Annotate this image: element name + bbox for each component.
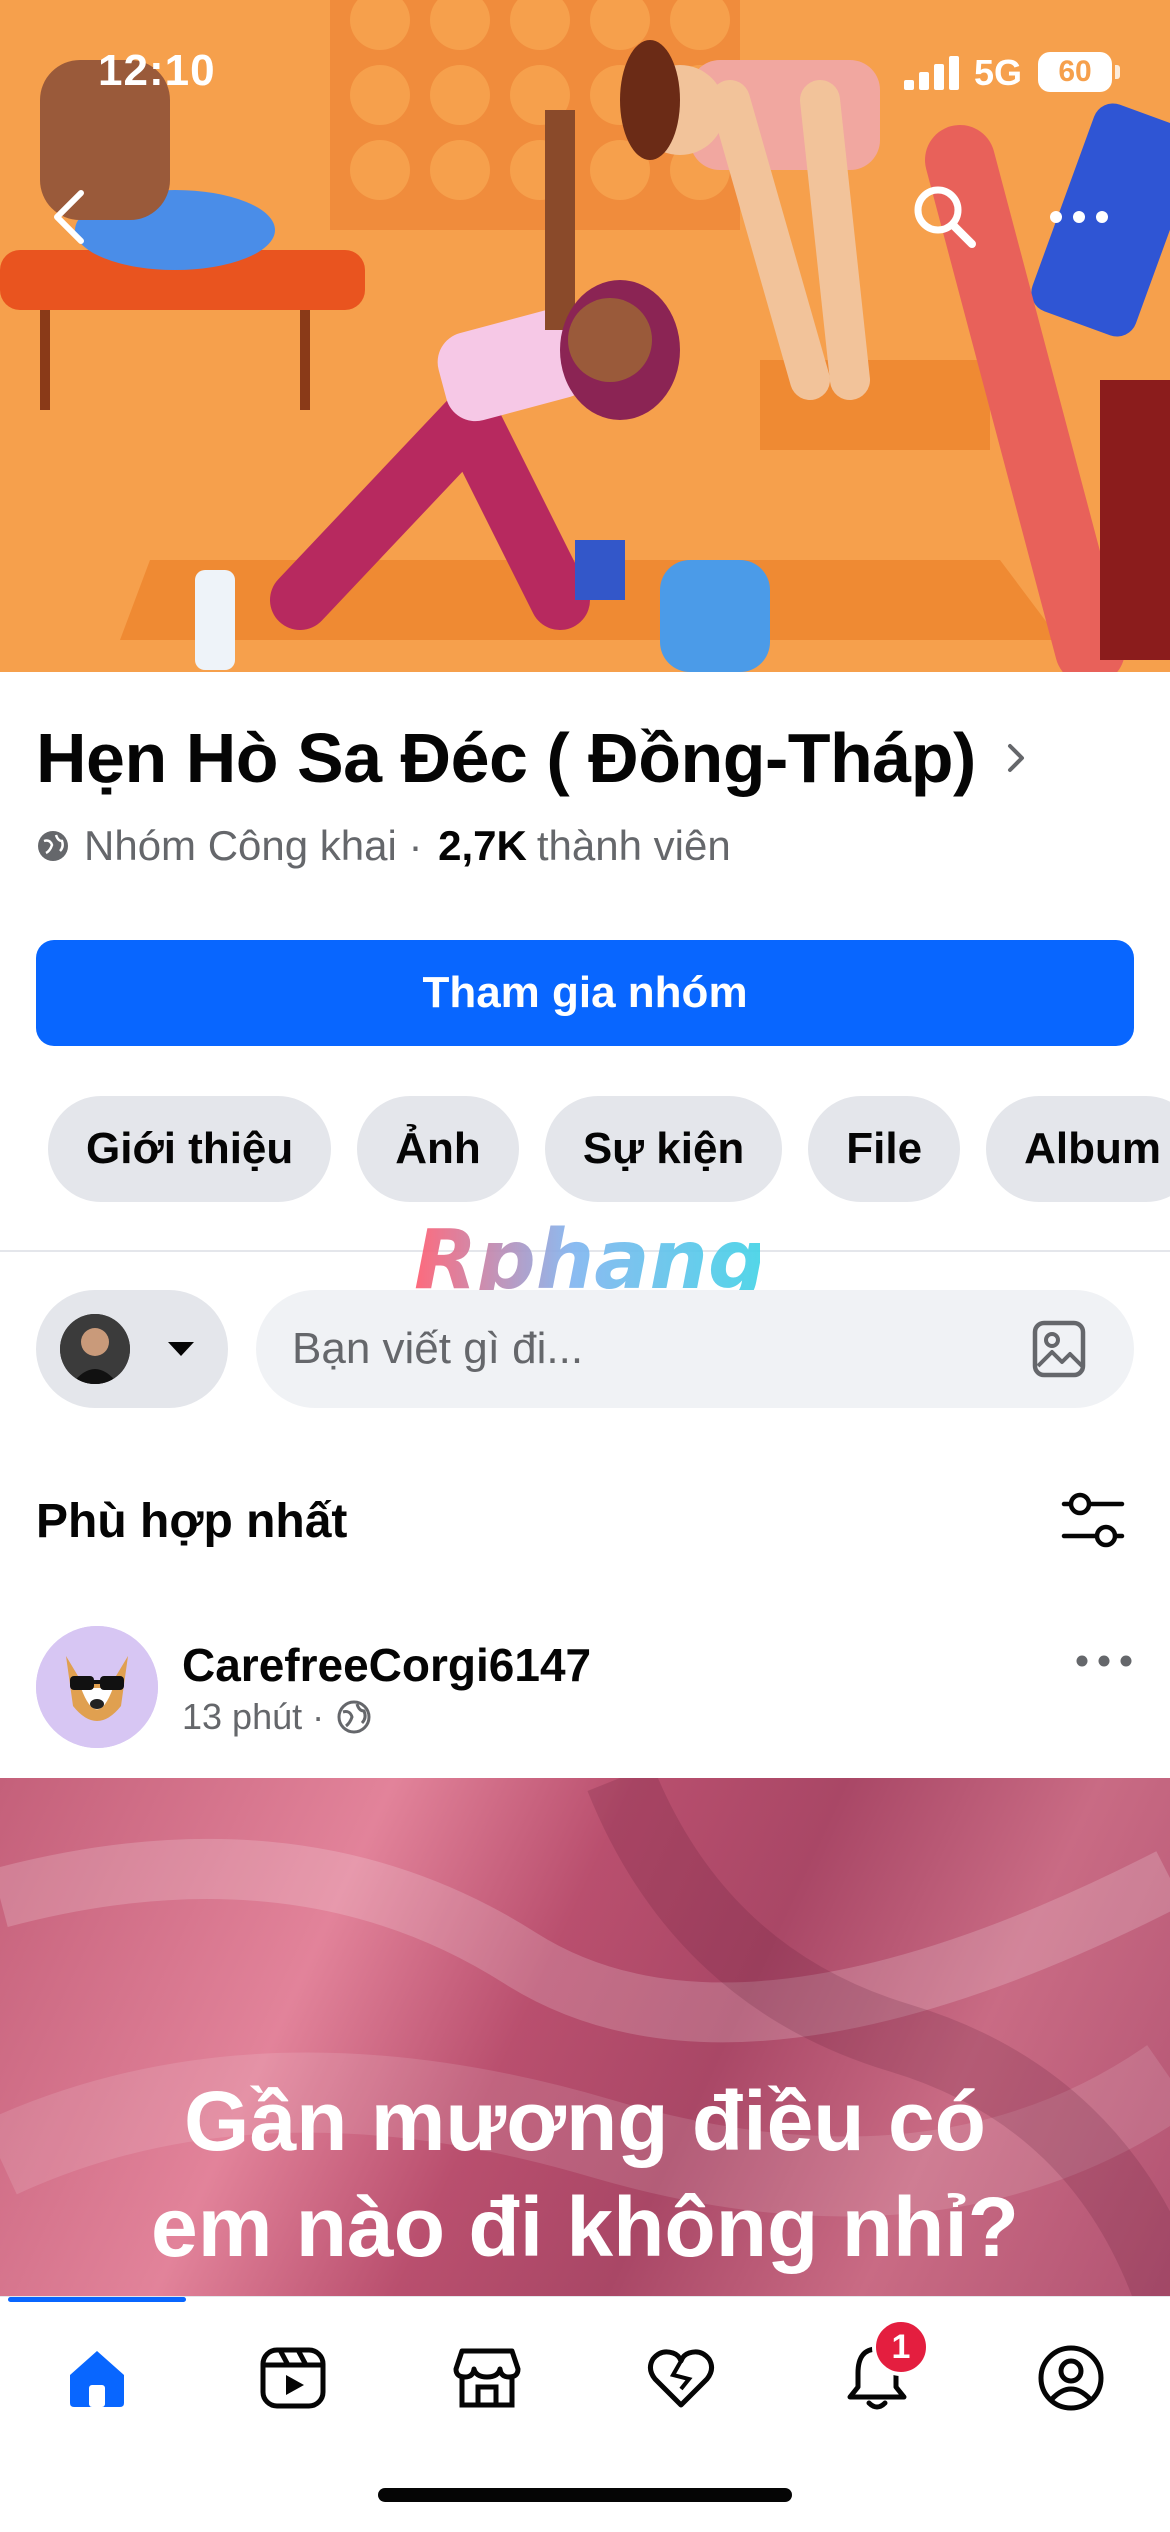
home-indicator xyxy=(378,2488,792,2502)
caret-down-icon xyxy=(168,1342,194,1356)
group-cover-photo[interactable]: 12:10 5G 60 xyxy=(0,0,1170,672)
video-icon xyxy=(260,2347,326,2409)
profile-icon xyxy=(1038,2345,1104,2411)
signal-icon xyxy=(904,56,959,90)
tab-about[interactable]: Giới thiệu xyxy=(48,1096,332,1202)
user-avatar xyxy=(60,1314,130,1384)
post-more-icon[interactable] xyxy=(1074,1646,1134,1676)
composer-placeholder: Bạn viết gì đi... xyxy=(292,1324,584,1373)
post-text-line-2: em nào đi không nhỉ? xyxy=(151,2180,1019,2274)
chevron-right-icon xyxy=(1007,744,1024,772)
tab-albums[interactable]: Album xyxy=(986,1096,1170,1202)
group-name[interactable]: Hẹn Hò Sa Đéc ( Đồng-Tháp) xyxy=(36,718,1030,798)
dating-icon xyxy=(647,2349,715,2408)
join-group-button[interactable]: Tham gia nhóm xyxy=(36,940,1134,1046)
tab-marketplace[interactable] xyxy=(442,2333,532,2423)
member-count: 2,7K xyxy=(438,822,527,869)
more-options-button[interactable] xyxy=(1034,172,1124,262)
tab-photos[interactable]: Ảnh xyxy=(357,1096,519,1202)
tab-events[interactable]: Sự kiện xyxy=(544,1096,783,1202)
home-icon xyxy=(70,2351,124,2407)
marketplace-icon xyxy=(453,2348,521,2408)
group-tabs: Giới thiệu Ảnh Sự kiện File Album xyxy=(48,1096,1170,1204)
status-time: 12:10 xyxy=(98,46,216,95)
post-meta-separator: · xyxy=(302,1696,325,1737)
post-author-name[interactable]: CarefreeCorgi6147 xyxy=(182,1638,591,1692)
chevron-left-icon xyxy=(54,190,84,244)
notifications-badge: 1 xyxy=(872,2318,930,2376)
tab-home[interactable] xyxy=(52,2333,142,2423)
group-privacy: Nhóm Công khai xyxy=(84,822,397,869)
post-time: 13 phút xyxy=(182,1696,303,1737)
more-horizontal-icon xyxy=(1050,211,1108,223)
search-button[interactable] xyxy=(900,172,990,262)
tab-dating[interactable] xyxy=(636,2333,726,2423)
composer-input[interactable]: Bạn viết gì đi... xyxy=(256,1290,1134,1408)
post-text-line-1: Gần mương điều có xyxy=(184,2074,986,2168)
group-name-text: Hẹn Hò Sa Đéc ( Đồng-Tháp) xyxy=(36,719,976,797)
group-meta: Nhóm Công khai · 2,7K thành viên xyxy=(36,822,731,870)
post-composer: Bạn viết gì đi... xyxy=(36,1290,1134,1408)
post-author-avatar[interactable] xyxy=(36,1626,158,1748)
tab-profile[interactable] xyxy=(1026,2333,1116,2423)
active-tab-indicator xyxy=(8,2297,186,2302)
post-as-selector[interactable] xyxy=(36,1290,228,1408)
post-header: CarefreeCorgi6147 13 phút · xyxy=(36,1626,1134,1750)
feed-sort-label: Phù hợp nhất xyxy=(36,1495,348,1548)
globe-icon xyxy=(337,1700,371,1734)
member-label: thành viên xyxy=(536,822,731,869)
filter-icon[interactable] xyxy=(1060,1492,1126,1548)
tab-video[interactable] xyxy=(248,2333,338,2423)
search-icon xyxy=(914,186,976,248)
post-text: Gần mương điều có em nào đi không nhỉ? xyxy=(0,2068,1170,2280)
globe-icon xyxy=(38,831,68,861)
network-type: 5G xyxy=(974,52,1023,93)
back-button[interactable] xyxy=(24,172,114,262)
status-bar: 12:10 5G 60 xyxy=(0,0,1170,140)
battery-icon: 60 xyxy=(1038,52,1120,92)
tab-files[interactable]: File xyxy=(808,1096,961,1202)
meta-separator: · xyxy=(396,822,435,869)
photo-icon[interactable] xyxy=(1032,1320,1086,1378)
post-meta: 13 phút · xyxy=(182,1696,372,1738)
